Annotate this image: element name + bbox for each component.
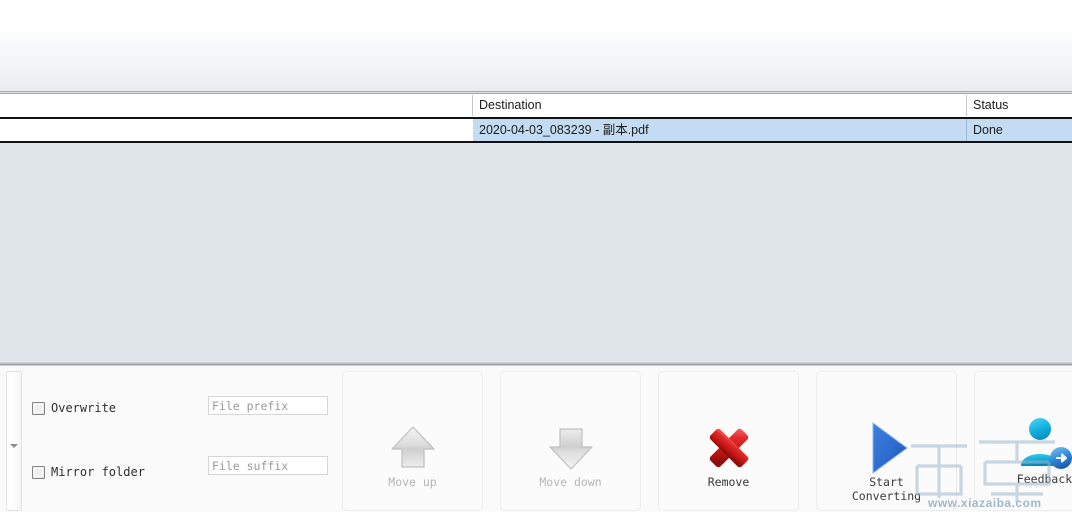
feedback-button[interactable]: Feedback	[974, 371, 1072, 511]
arrow-down-icon	[501, 420, 640, 476]
cell-destination[interactable]: 2020-04-03_083239 - 副本.pdf	[473, 119, 967, 141]
user-feedback-icon	[975, 416, 1072, 472]
play-icon	[817, 420, 956, 476]
mirror-folder-label: Mirror folder	[51, 465, 145, 479]
column-header-source[interactable]	[0, 94, 473, 117]
bottom-toolbar: Overwrite Mirror folder Move up	[0, 366, 1072, 512]
column-header-status[interactable]: Status	[967, 94, 1072, 117]
move-down-button[interactable]: Move down	[500, 371, 641, 511]
move-down-label: Move down	[539, 475, 602, 489]
upper-workspace-area	[0, 0, 1072, 93]
overwrite-label: Overwrite	[51, 401, 117, 415]
feedback-label: Feedback	[1016, 472, 1072, 486]
remove-button[interactable]: Remove	[658, 371, 799, 511]
cell-status[interactable]: Done	[967, 119, 1072, 141]
start-converting-label: Start Converting	[851, 475, 922, 503]
file-suffix-input[interactable]	[208, 456, 328, 475]
file-prefix-input[interactable]	[208, 396, 328, 415]
red-x-icon	[659, 420, 798, 476]
cell-source[interactable]	[0, 119, 473, 141]
table-row[interactable]: 2020-04-03_083239 - 副本.pdf Done	[0, 119, 1072, 141]
table-header-row: Destination Status	[0, 94, 1072, 117]
arrow-up-icon	[343, 420, 482, 476]
remove-label: Remove	[707, 475, 750, 489]
move-up-label: Move up	[388, 475, 437, 489]
output-options-group: Overwrite Mirror folder	[24, 371, 336, 511]
conversion-file-list[interactable]: Destination Status 2020-04-03_083239 - 副…	[0, 94, 1072, 364]
list-empty-area[interactable]	[0, 143, 1072, 363]
mirror-folder-checkbox[interactable]	[32, 466, 45, 479]
start-converting-button[interactable]: Start Converting	[816, 371, 957, 511]
chevron-down-icon[interactable]	[10, 444, 18, 448]
column-header-destination[interactable]: Destination	[473, 94, 967, 117]
overwrite-checkbox[interactable]	[32, 402, 45, 415]
move-up-button[interactable]: Move up	[342, 371, 483, 511]
toolbar-collapse-strip[interactable]	[6, 371, 22, 511]
